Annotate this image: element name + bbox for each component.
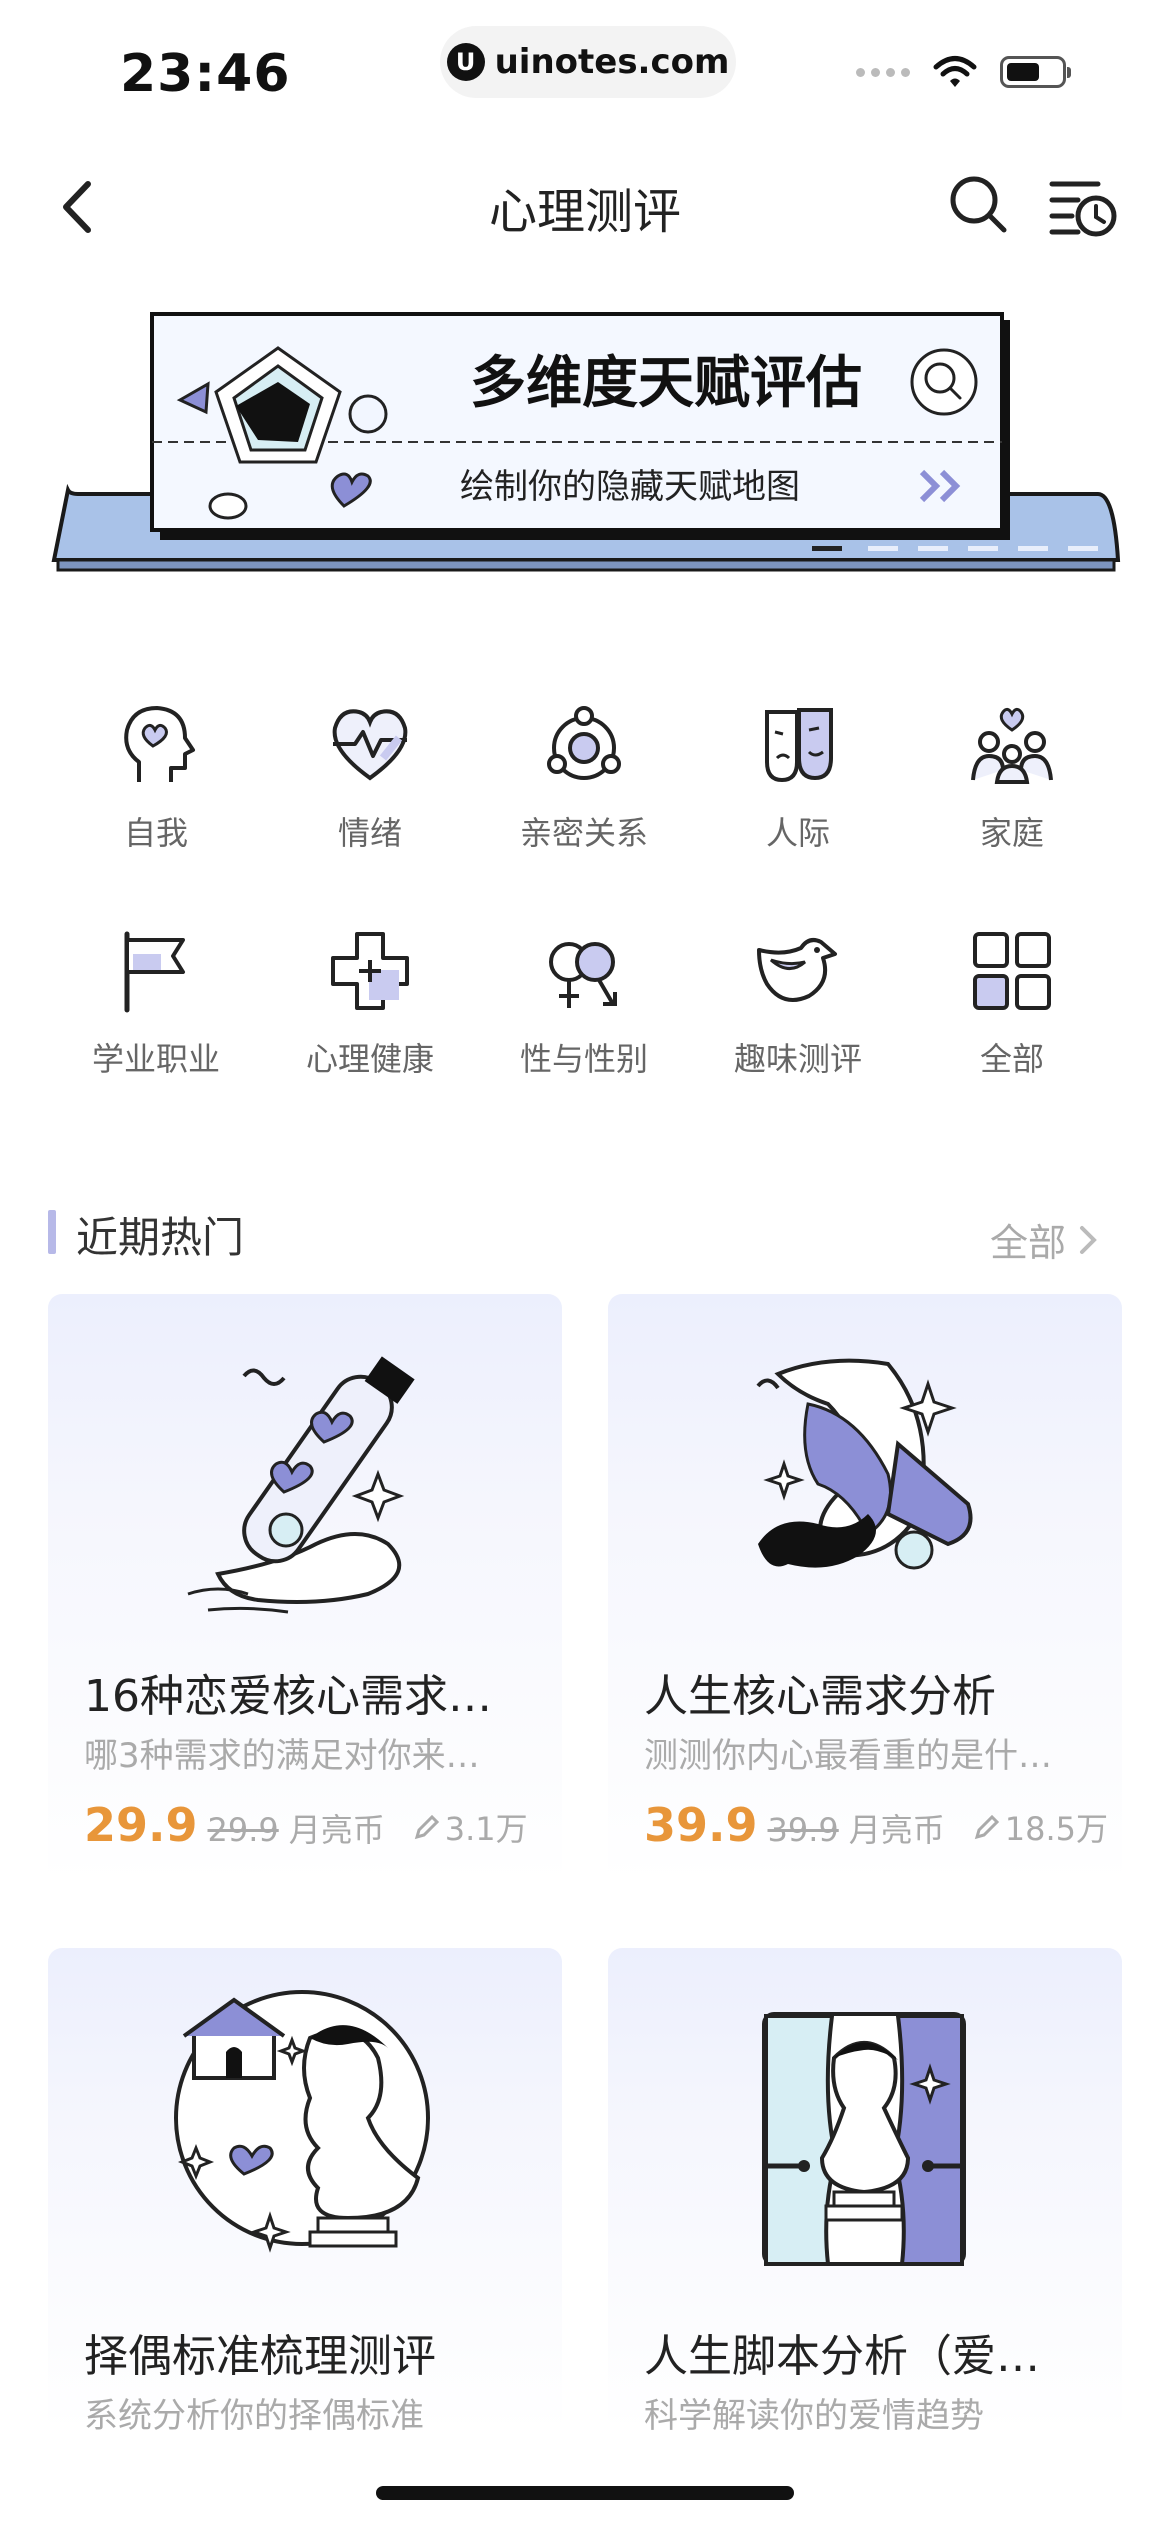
price: 39.9 [644, 1798, 758, 1852]
test-card[interactable]: 人生核心需求分析 测测你内心最看重的是什… 39.9 39.9 月亮币 18.5… [608, 1294, 1122, 1884]
category-label: 家庭 [979, 814, 1044, 852]
category-all[interactable]: 全部 [912, 926, 1112, 1080]
test-tube-hand-illustration [187, 1356, 415, 1614]
heart-pulse-icon [332, 709, 408, 781]
url-text: uinotes.com [494, 42, 730, 82]
price-row: 29.9 29.9 月亮币 3.1万 [84, 1798, 528, 1852]
orbit-icon [547, 706, 621, 780]
site-logo-icon: U [446, 43, 485, 81]
participants: 3.1万 [413, 1804, 528, 1850]
status-icons [856, 54, 1071, 90]
see-all-link[interactable]: 全部 [990, 1212, 1100, 1267]
category-mental-health[interactable]: 心理健康 [270, 926, 470, 1080]
category-interpersonal[interactable]: 人际 [698, 700, 898, 854]
price-row: 39.9 39.9 月亮币 18.5万 [644, 1798, 1108, 1852]
test-card[interactable]: 人生脚本分析（爱… 科学解读你的爱情趋势 [608, 1948, 1122, 2432]
url-bar[interactable]: U uinotes.com [440, 26, 736, 98]
duck-icon [757, 938, 837, 1002]
category-label: 趣味测评 [733, 1040, 862, 1078]
category-label: 情绪 [337, 814, 402, 852]
banner-subtitle: 绘制你的隐藏天赋地图 [460, 467, 800, 507]
section-accent-bar [48, 1210, 56, 1254]
category-label: 人际 [765, 814, 830, 852]
category-study-career[interactable]: 学业职业 [56, 926, 256, 1080]
category-label: 亲密关系 [519, 814, 648, 852]
wifi-icon [933, 56, 977, 87]
scroll-hand-illustration [756, 1358, 973, 1570]
category-emotion[interactable]: 情绪 [270, 700, 470, 854]
price: 29.9 [84, 1798, 198, 1852]
card-description: 哪3种需求的满足对你来… [84, 1736, 480, 1776]
flag-icon [124, 931, 185, 1013]
history-icon[interactable] [1048, 172, 1118, 242]
test-card[interactable]: 16种恋爱核心需求… 哪3种需求的满足对你来… 29.9 29.9 月亮币 3.… [48, 1294, 562, 1884]
category-self[interactable]: 自我 [56, 700, 256, 854]
pencil-icon [414, 1814, 439, 1840]
banner-title: 多维度天赋评估 [470, 351, 862, 416]
card-description: 系统分析你的择偶标准 [84, 2396, 424, 2432]
category-label: 学业职业 [91, 1040, 220, 1078]
home-indicator[interactable] [376, 2486, 794, 2500]
original-price: 39.9 [767, 1811, 839, 1849]
talent-banner[interactable]: 多维度天赋评估 绘制你的隐藏天赋地图 [48, 310, 1122, 580]
currency-unit: 月亮币 [288, 1811, 385, 1849]
card-title: 人生脚本分析（爱… [644, 2331, 1040, 2382]
category-label: 性与性别 [519, 1040, 648, 1078]
card-title: 16种恋爱核心需求… [84, 1671, 492, 1722]
participant-count: 18.5万 [1004, 1810, 1109, 1848]
category-label: 全部 [979, 1040, 1044, 1078]
category-label: 心理健康 [305, 1040, 434, 1078]
participants: 18.5万 [973, 1804, 1108, 1850]
category-fun[interactable]: 趣味测评 [698, 926, 898, 1080]
test-card[interactable]: 择偶标准梳理测评 系统分析你的择偶标准 [48, 1948, 562, 2432]
curtain-bust-illustration [762, 2012, 966, 2266]
card-title: 人生核心需求分析 [644, 1671, 996, 1722]
head-heart-icon [124, 706, 195, 782]
currency-unit: 月亮币 [848, 1811, 945, 1849]
search-icon[interactable] [944, 170, 1014, 240]
category-family[interactable]: 家庭 [912, 700, 1112, 854]
original-price: 29.9 [207, 1811, 279, 1849]
medical-cross-icon [331, 932, 409, 1010]
participant-count: 3.1万 [444, 1810, 528, 1848]
signal-icon [856, 67, 910, 77]
family-icon [971, 707, 1053, 784]
section-title: 近期热门 [76, 1213, 245, 1262]
category-gender[interactable]: 性与性别 [484, 926, 684, 1080]
card-description: 科学解读你的爱情趋势 [644, 2396, 984, 2432]
category-intimacy[interactable]: 亲密关系 [484, 700, 684, 854]
masks-icon [765, 708, 833, 783]
battery-icon [1000, 56, 1071, 88]
bust-house-illustration [174, 1990, 430, 2253]
pencil-icon [974, 1814, 999, 1840]
category-label: 自我 [123, 814, 188, 852]
see-all-label: 全部 [990, 1221, 1067, 1265]
card-title: 择偶标准梳理测评 [84, 2331, 436, 2382]
chevron-right-icon [1080, 1225, 1097, 1254]
card-description: 测测你内心最看重的是什… [644, 1736, 1052, 1776]
status-time: 23:46 [120, 44, 291, 104]
gender-icon [549, 942, 617, 1008]
grid-icon [973, 932, 1051, 1010]
